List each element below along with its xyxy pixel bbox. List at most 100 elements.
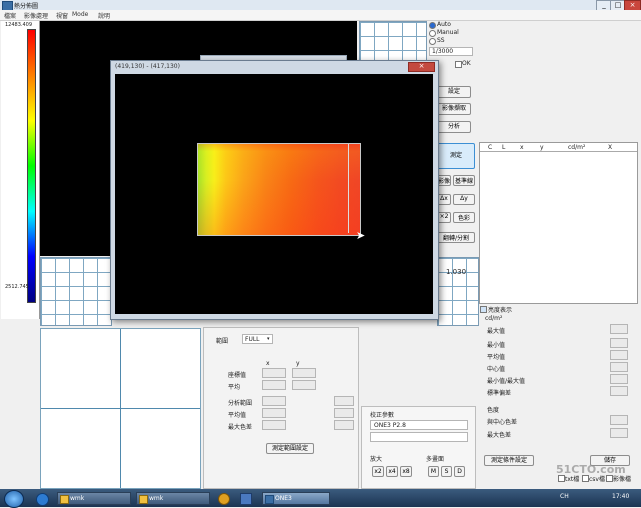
avg-y-field — [292, 380, 316, 390]
avg-value-field — [262, 408, 286, 418]
baseline-button[interactable]: 基準線 — [453, 175, 475, 186]
txt-checkbox[interactable] — [558, 475, 565, 482]
measure-settings-button[interactable]: 測定條件設定 — [484, 455, 534, 466]
mini-grid-left — [40, 257, 112, 326]
color-center-diff-value — [610, 415, 628, 425]
color-title: 色度 — [487, 407, 500, 414]
dx-button[interactable]: Δx — [437, 194, 451, 205]
multi-s-button[interactable]: S — [441, 466, 452, 477]
brightness-checkbox[interactable] — [480, 306, 487, 313]
max-diff-field — [262, 420, 286, 430]
menu-help[interactable]: 說明 — [98, 11, 110, 20]
image-button[interactable]: 影像 — [437, 175, 451, 186]
floating-close-button[interactable]: × — [408, 62, 435, 72]
range-panel: 範圍 FULL ▾ x y 座標值 平均 分析範圍 平均值 最大色差 測定範圍設… — [203, 327, 359, 489]
correction-panel: 校正參數 ONE3 P2.8 放大 x2 x4 x8 多畫面 M S D — [361, 406, 476, 489]
capture-button[interactable]: 影像擷取 — [437, 103, 471, 115]
coord-x-field — [262, 368, 286, 378]
taskbar-item-wmk-1[interactable]: wmk — [57, 492, 131, 505]
measure-button[interactable]: 測定 — [437, 143, 475, 169]
ok-label: OK — [462, 60, 471, 67]
x2-button[interactable]: ×2 — [437, 212, 451, 223]
ok-checkbox[interactable] — [455, 61, 462, 68]
analysis-range-aux — [334, 396, 354, 406]
input-language[interactable]: CH — [560, 493, 569, 500]
col-c: C — [488, 144, 493, 151]
taskbar-item-wmk-2[interactable]: wmk — [136, 492, 210, 505]
flip-split-button[interactable]: 翻轉/分割 — [437, 232, 475, 243]
dy-button[interactable]: Δy — [453, 194, 475, 205]
start-button-icon[interactable] — [4, 490, 24, 508]
measurement-line — [348, 144, 349, 233]
correction-extra[interactable] — [370, 432, 468, 442]
mouse-cursor-icon: ➤ — [356, 229, 366, 242]
settings-button[interactable]: 設定 — [437, 86, 471, 98]
range-settings-button[interactable]: 測定範圍設定 — [266, 443, 314, 454]
unit-label: cd/m² — [485, 315, 503, 322]
media-icon[interactable] — [218, 493, 230, 505]
zoom-x2-button[interactable]: x2 — [372, 466, 384, 477]
floating-image-canvas[interactable] — [115, 74, 433, 314]
radio-ss-label: SS — [437, 37, 445, 44]
stat-min-value — [610, 338, 628, 348]
zoom-x8-button[interactable]: x8 — [400, 466, 412, 477]
radio-ss[interactable] — [429, 38, 436, 45]
analysis-range-label: 分析範圍 — [228, 400, 253, 407]
app-quicklaunch-icon[interactable] — [240, 493, 252, 505]
zoom-x4-button[interactable]: x4 — [386, 466, 398, 477]
stat-std-value — [610, 386, 628, 396]
stat-ratio-label: 最小值/最大值 — [487, 378, 526, 385]
menu-bar: 檔案 影像處理 視窗 Mode 說明 — [0, 10, 641, 21]
folder-icon — [60, 495, 69, 504]
analysis-range-field — [262, 396, 286, 406]
image-file-checkbox[interactable] — [606, 475, 613, 482]
colorbar-min: 2512.745 — [5, 284, 29, 290]
watermark: 51CTO.com — [556, 463, 626, 476]
radio-manual-label: Manual — [437, 29, 459, 36]
range-select[interactable]: FULL ▾ — [242, 334, 273, 344]
browser-icon[interactable] — [36, 493, 49, 506]
stat-avg-label: 平均值 — [487, 354, 506, 361]
scale-value: 1.030 — [446, 268, 467, 276]
window-title: 熱分佈圖 — [14, 3, 39, 10]
radio-auto-label: Auto — [437, 21, 451, 28]
system-clock: 17:40 — [612, 493, 630, 500]
menu-image[interactable]: 影像處理 — [24, 11, 48, 20]
coord-y-field — [292, 368, 316, 378]
analyze-button[interactable]: 分析 — [437, 121, 471, 133]
crosshair-view[interactable] — [40, 328, 201, 489]
color-button[interactable]: 色彩 — [453, 212, 475, 223]
app-icon — [265, 495, 274, 504]
heatmap-region[interactable] — [197, 143, 361, 236]
col-y: y — [540, 144, 544, 151]
menu-mode[interactable]: Mode — [72, 11, 88, 18]
colorbar-max: 12483.409 — [5, 22, 33, 28]
data-table[interactable]: C L x y cd/m² X — [479, 142, 638, 304]
stat-std-label: 標準偏差 — [487, 390, 512, 397]
max-diff-label: 最大色差 — [228, 424, 253, 431]
zoom-title: 放大 — [370, 456, 383, 463]
floating-image-window[interactable]: (419,130) - (417,130) × — [110, 60, 439, 320]
avg-label: 平均 — [228, 384, 241, 391]
csv-checkbox[interactable] — [582, 475, 589, 482]
range-label: 範圍 — [216, 338, 229, 345]
max-diff-aux — [334, 420, 354, 430]
folder-icon — [139, 495, 148, 504]
radio-auto[interactable] — [429, 22, 436, 29]
table-divider — [480, 151, 637, 152]
thumbnail-grid — [359, 21, 427, 65]
correction-value[interactable]: ONE3 P2.8 — [370, 420, 468, 430]
taskbar-item-one3[interactable]: ONE3 — [262, 492, 330, 505]
menu-window[interactable]: 視窗 — [56, 11, 68, 20]
stat-max-value — [610, 324, 628, 334]
col-l: L — [502, 144, 506, 151]
exposure-select[interactable]: 1/3000 — [429, 47, 473, 56]
multi-m-button[interactable]: M — [428, 466, 439, 477]
stat-avg-value — [610, 350, 628, 360]
col-y-label: y — [296, 360, 300, 367]
brightness-label: 亮度表示 — [488, 307, 513, 314]
multi-d-button[interactable]: D — [454, 466, 465, 477]
radio-manual[interactable] — [429, 30, 436, 37]
menu-file[interactable]: 檔案 — [4, 11, 16, 20]
crosshair-horizontal — [41, 408, 200, 409]
